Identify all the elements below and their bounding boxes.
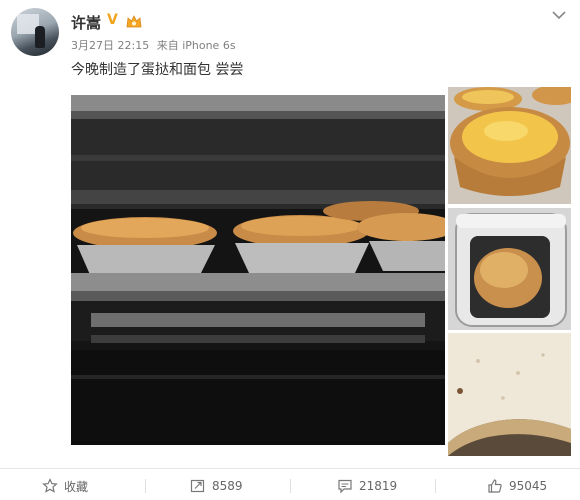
post-text: 今晚制造了蛋挞和面包 尝尝	[71, 62, 244, 78]
repost-count: 8589	[212, 479, 243, 493]
tart-photo-drawing	[448, 87, 571, 204]
oven-photo-drawing	[71, 95, 445, 445]
like-button[interactable]: 95045	[487, 474, 547, 498]
photo-egg-tart-closeup[interactable]	[448, 87, 571, 204]
bread-machine-drawing	[448, 208, 571, 330]
verified-badge-icon: V	[107, 12, 118, 28]
photo-bread-machine[interactable]	[448, 208, 571, 330]
username[interactable]: 许嵩	[71, 12, 101, 33]
comment-count: 21819	[359, 479, 398, 493]
post-timestamp[interactable]: 3月27日 22:15	[71, 39, 149, 52]
post-source: 来自 iPhone 6s	[156, 39, 236, 52]
repost-icon	[190, 479, 205, 493]
avatar-figure	[35, 26, 45, 48]
comment-icon	[338, 479, 352, 494]
bread-slice-drawing	[448, 333, 571, 456]
avatar[interactable]	[11, 8, 59, 56]
thumbs-up-icon	[488, 479, 502, 493]
repost-button[interactable]: 8589	[190, 474, 243, 498]
post-meta: 3月27日 22:15 来自 iPhone 6s	[71, 37, 240, 53]
action-bar-divider	[0, 468, 580, 469]
favorite-label: 收藏	[64, 479, 89, 494]
photo-oven-egg-tarts[interactable]	[71, 95, 445, 445]
chevron-down-icon[interactable]	[550, 8, 568, 22]
action-separator	[290, 479, 291, 493]
action-separator	[145, 479, 146, 493]
action-separator	[435, 479, 436, 493]
photo-bread-slice[interactable]	[448, 333, 571, 456]
favorite-button[interactable]: 收藏	[42, 474, 88, 498]
comment-button[interactable]: 21819	[337, 474, 397, 498]
vip-icon[interactable]	[125, 13, 143, 29]
star-icon	[42, 478, 58, 493]
like-count: 95045	[509, 479, 548, 493]
weibo-post-card: 许嵩 V 3月27日 22:15 来自 iPhone 6s 今晚制造了蛋挞和面包…	[0, 0, 580, 500]
